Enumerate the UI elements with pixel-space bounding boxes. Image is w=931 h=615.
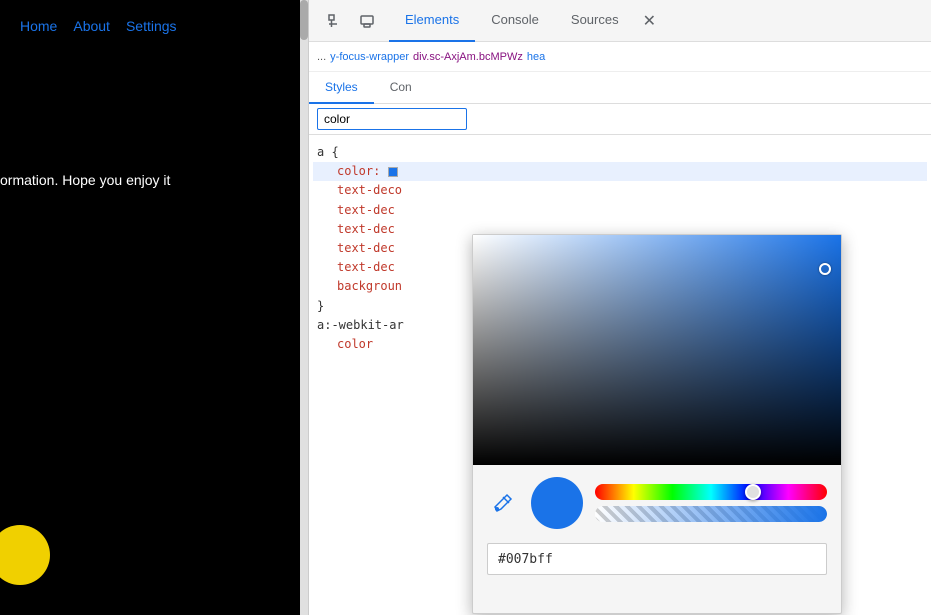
alpha-slider[interactable] bbox=[595, 506, 827, 522]
css-textdeco5: text-dec bbox=[317, 260, 395, 274]
devtools-main-content: a { color: text-deco text-dec text-dec bbox=[309, 104, 931, 615]
website-nav: Home About Settings bbox=[0, 0, 308, 52]
scrollbar-track bbox=[300, 0, 308, 615]
css-selector2: a:-webkit-ar bbox=[317, 318, 404, 332]
element-picker-icon[interactable] bbox=[321, 7, 349, 35]
tab-elements-label: Elements bbox=[405, 12, 459, 27]
alpha-slider-inner bbox=[595, 506, 827, 522]
tab-sources-label: Sources bbox=[571, 12, 619, 27]
hex-input-row bbox=[473, 537, 841, 587]
css-color-prop: color: bbox=[317, 164, 380, 178]
breadcrumb: ... y-focus-wrapper div.sc-AxjAm.bcMPWz … bbox=[309, 42, 931, 72]
content-text: ormation. Hope you enjoy it bbox=[0, 172, 170, 188]
nav-home[interactable]: Home bbox=[20, 18, 57, 34]
yellow-circle-decoration bbox=[0, 525, 50, 585]
tab-elements[interactable]: Elements bbox=[389, 0, 475, 42]
devtools-tabs-bar: Elements Console Sources ✕ bbox=[309, 0, 931, 42]
css-color2-prop: color bbox=[317, 337, 373, 351]
device-toolbar-icon[interactable] bbox=[353, 7, 381, 35]
css-filter-row bbox=[309, 104, 931, 135]
devtools-close-button[interactable]: ✕ bbox=[635, 0, 664, 42]
css-filter-input[interactable] bbox=[317, 108, 467, 130]
breadcrumb-item1[interactable]: y-focus-wrapper bbox=[330, 51, 409, 63]
css-textdeco3: text-dec bbox=[317, 222, 395, 236]
css-rule-selector: a { bbox=[317, 143, 923, 162]
css-selector-a: a { bbox=[317, 145, 339, 159]
website-preview: Home About Settings ormation. Hope you e… bbox=[0, 0, 308, 615]
nav-about[interactable]: About bbox=[73, 18, 110, 34]
css-panel-tabs: Styles Con bbox=[309, 72, 931, 104]
color-preview bbox=[531, 477, 583, 529]
close-icon: ✕ bbox=[643, 11, 656, 31]
breadcrumb-item3[interactable]: hea bbox=[527, 51, 545, 63]
tab-console-label: Console bbox=[491, 12, 539, 27]
css-textdeco1: text-deco bbox=[317, 183, 402, 197]
breadcrumb-ellipsis: ... bbox=[317, 51, 326, 63]
website-content: ormation. Hope you enjoy it bbox=[0, 52, 308, 188]
scrollbar-thumb[interactable] bbox=[300, 0, 308, 40]
breadcrumb-item2[interactable]: div.sc-AxjAm.bcMPWz bbox=[413, 51, 523, 63]
hex-input[interactable] bbox=[487, 543, 827, 575]
hue-slider[interactable] bbox=[595, 484, 827, 500]
css-tab-computed[interactable]: Con bbox=[374, 72, 428, 104]
css-tab-computed-label: Con bbox=[390, 80, 412, 94]
css-tab-styles[interactable]: Styles bbox=[309, 72, 374, 104]
color-cursor bbox=[819, 263, 831, 275]
color-sliders bbox=[595, 484, 827, 522]
eyedropper-button[interactable] bbox=[487, 487, 519, 519]
css-textdeco1-row: text-deco bbox=[317, 181, 923, 200]
tab-console[interactable]: Console bbox=[475, 0, 555, 42]
devtools-panel: Elements Console Sources ✕ ... y-focus-w… bbox=[308, 0, 931, 615]
color-swatch[interactable] bbox=[388, 167, 398, 177]
nav-settings[interactable]: Settings bbox=[126, 18, 177, 34]
gradient-background bbox=[473, 235, 841, 465]
color-gradient-canvas[interactable] bbox=[473, 235, 841, 465]
css-brace: } bbox=[317, 299, 324, 313]
tab-sources[interactable]: Sources bbox=[555, 0, 635, 42]
hue-thumb bbox=[745, 484, 761, 500]
css-tab-styles-label: Styles bbox=[325, 80, 358, 94]
css-textdeco4: text-dec bbox=[317, 241, 395, 255]
color-controls bbox=[473, 465, 841, 537]
css-textdeco2-row: text-dec bbox=[317, 201, 923, 220]
devtools-icon-buttons bbox=[313, 7, 389, 35]
css-color-row[interactable]: color: bbox=[313, 162, 927, 181]
css-background-prop: backgroun bbox=[317, 279, 402, 293]
css-textdeco2: text-dec bbox=[317, 203, 395, 217]
color-picker bbox=[472, 234, 842, 614]
